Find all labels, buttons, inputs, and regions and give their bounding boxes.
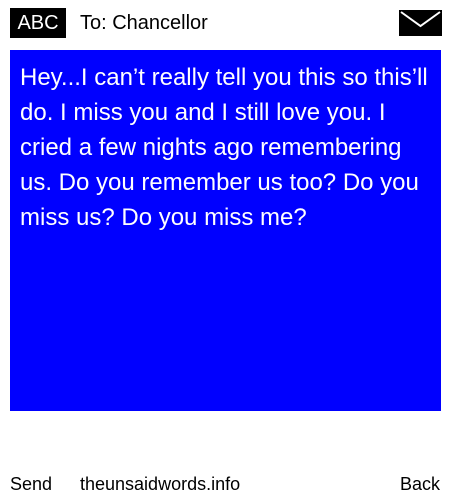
envelope-icon (399, 10, 442, 36)
input-mode-indicator: ABC (10, 8, 66, 38)
message-body[interactable]: Hey...I can’t really tell you this so th… (10, 50, 441, 411)
back-button[interactable]: Back (400, 468, 440, 500)
message-header: ABC To: Chancellor (0, 0, 450, 44)
softkey-bar: Send theunsaidwords.info Back (0, 468, 450, 500)
recipient-label: To: Chancellor (80, 12, 208, 34)
send-button[interactable]: Send (10, 468, 52, 500)
site-label: theunsaidwords.info (80, 474, 241, 494)
message-text: Hey...I can’t really tell you this so th… (20, 64, 428, 231)
